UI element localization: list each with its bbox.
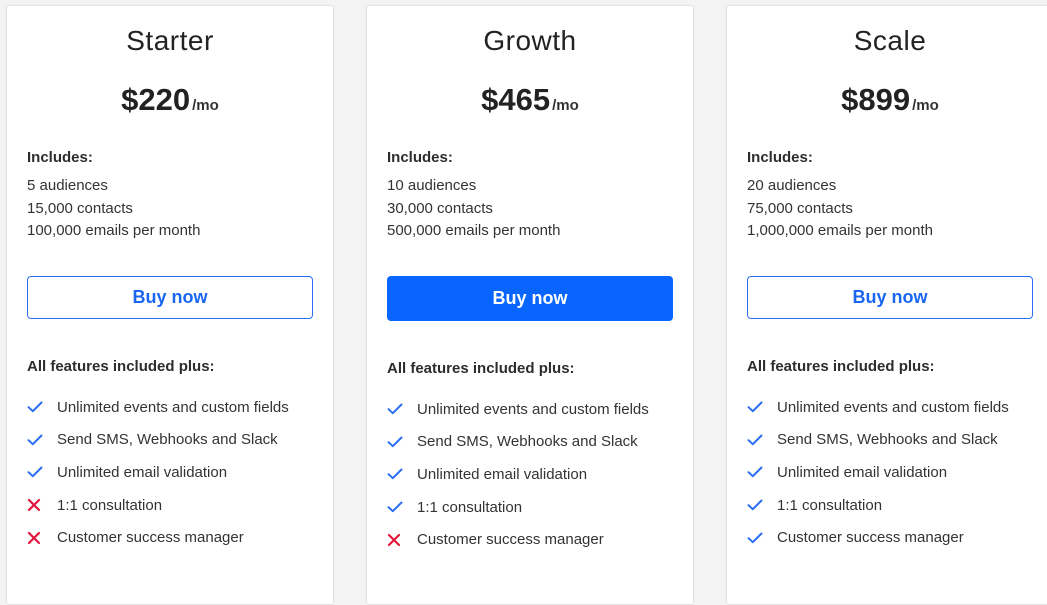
feature-label: 1:1 consultation (417, 498, 523, 516)
includes-item: 10 audiences (387, 177, 477, 194)
includes-item: 20 audiences (747, 177, 837, 194)
feature-label: Unlimited email validation (777, 463, 948, 481)
feature-label: Customer success manager (417, 531, 604, 549)
feature-item: Unlimited email validation (747, 456, 1009, 489)
cross-icon (387, 533, 417, 547)
buy-now-button[interactable]: Buy now (27, 276, 313, 319)
feature-item: Customer success manager (387, 523, 649, 556)
plan-card-scale: Scale $899/mo Includes: 20 audiences 75,… (726, 5, 1047, 605)
check-icon (747, 499, 777, 511)
feature-label: Unlimited events and custom fields (777, 398, 1009, 416)
feature-item: 1:1 consultation (387, 491, 649, 524)
feature-label: Unlimited email validation (57, 463, 228, 481)
plan-name: Scale (853, 25, 927, 56)
feature-item: Send SMS, Webhooks and Slack (27, 424, 289, 457)
check-icon (387, 468, 417, 480)
buy-now-button[interactable]: Buy now (747, 276, 1033, 319)
includes-item: 15,000 contacts (27, 199, 133, 217)
price-amount: $899 (841, 82, 911, 117)
feature-label: Customer success manager (777, 529, 964, 547)
includes-list: 20 audiences 75,000 contacts 1,000,000 e… (747, 175, 933, 243)
feature-list: Unlimited events and custom fields Send … (747, 391, 1009, 554)
includes-item: 500,000 emails per month (387, 222, 561, 239)
feature-item: Unlimited email validation (387, 458, 649, 491)
feature-item: Unlimited email validation (27, 456, 289, 489)
feature-item: Customer success manager (747, 521, 1009, 554)
feature-item: Send SMS, Webhooks and Slack (747, 424, 1009, 457)
feature-label: Unlimited events and custom fields (57, 398, 289, 416)
includes-item: 100,000 emails per month (27, 222, 201, 239)
check-icon (747, 401, 777, 413)
feature-item: Unlimited events and custom fields (27, 391, 289, 424)
includes-list: 10 audiences 30,000 contacts 500,000 ema… (387, 175, 560, 243)
check-icon (27, 434, 57, 446)
price-amount: $220 (121, 82, 191, 117)
includes-item: 30,000 contacts (387, 199, 493, 217)
includes-list: 5 audiences 15,000 contacts 100,000 emai… (27, 175, 200, 243)
plan-card-growth: Growth $465/mo Includes: 10 audiences 30… (366, 5, 694, 605)
feature-list: Unlimited events and custom fields Send … (387, 393, 649, 556)
features-title: All features included plus: (27, 358, 215, 375)
check-icon (387, 403, 417, 415)
check-icon (387, 501, 417, 513)
feature-item: Customer success manager (27, 521, 289, 554)
check-icon (747, 466, 777, 478)
feature-list: Unlimited events and custom fields Send … (27, 391, 289, 554)
buy-now-button[interactable]: Buy now (387, 276, 673, 321)
includes-item: 1,000,000 emails per month (747, 222, 933, 239)
feature-label: Customer success manager (57, 529, 244, 547)
plan-price: $220/mo (27, 82, 313, 118)
includes-item: 5 audiences (27, 177, 108, 194)
feature-label: 1:1 consultation (57, 496, 163, 514)
features-title: All features included plus: (387, 360, 575, 377)
check-icon (747, 434, 777, 446)
check-icon (747, 532, 777, 544)
check-icon (387, 436, 417, 448)
feature-item: 1:1 consultation (27, 489, 289, 522)
feature-item: Unlimited events and custom fields (387, 393, 649, 426)
feature-item: Send SMS, Webhooks and Slack (387, 426, 649, 459)
includes-title: Includes: (387, 149, 453, 166)
price-period: /mo (192, 97, 219, 114)
feature-label: Send SMS, Webhooks and Slack (57, 431, 278, 449)
feature-label: Unlimited email validation (417, 465, 588, 483)
plan-name: Starter (126, 25, 214, 56)
feature-label: 1:1 consultation (777, 496, 883, 514)
feature-label: Unlimited events and custom fields (417, 400, 649, 418)
feature-label: Send SMS, Webhooks and Slack (777, 431, 998, 449)
feature-item: Unlimited events and custom fields (747, 391, 1009, 424)
check-icon (27, 401, 57, 413)
price-period: /mo (552, 97, 579, 114)
includes-title: Includes: (27, 149, 93, 166)
check-icon (27, 466, 57, 478)
includes-title: Includes: (747, 149, 813, 166)
feature-label: Send SMS, Webhooks and Slack (417, 433, 638, 451)
price-period: /mo (912, 97, 939, 114)
feature-item: 1:1 consultation (747, 489, 1009, 522)
includes-item: 75,000 contacts (747, 199, 853, 217)
cross-icon (27, 531, 57, 545)
cross-icon (27, 498, 57, 512)
plan-card-starter: Starter $220/mo Includes: 5 audiences 15… (6, 5, 334, 605)
plan-name: Growth (483, 25, 577, 56)
price-amount: $465 (481, 82, 551, 117)
plan-price: $899/mo (747, 82, 1033, 118)
features-title: All features included plus: (747, 358, 935, 375)
plan-price: $465/mo (387, 82, 673, 118)
